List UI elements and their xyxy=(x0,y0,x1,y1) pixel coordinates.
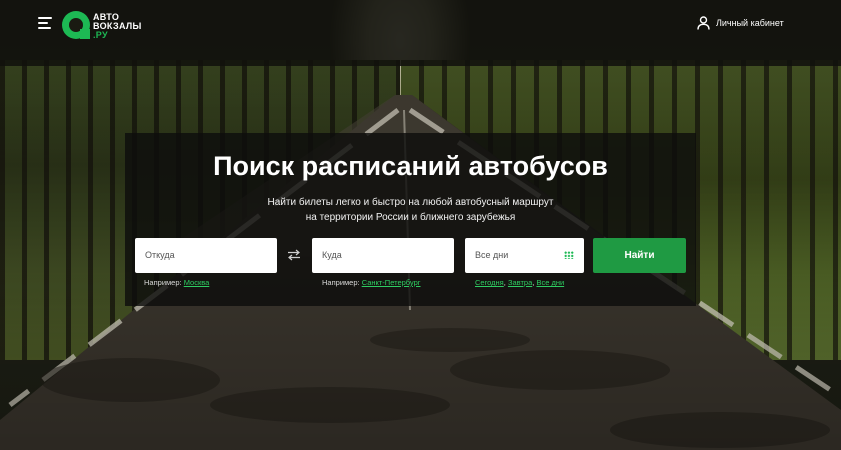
date-link-all[interactable]: Все дни xyxy=(536,278,564,287)
user-icon xyxy=(697,16,710,30)
search-panel: Поиск расписаний автобусов Найти билеты … xyxy=(125,133,696,306)
from-input[interactable]: Откуда xyxy=(135,238,277,273)
logo-mark xyxy=(62,11,90,39)
date-link-tomorrow[interactable]: Завтра xyxy=(508,278,532,287)
account-label: Личный кабинет xyxy=(716,18,784,28)
logo-text: АВТО ВОКЗАЛЫ .РУ xyxy=(93,12,142,40)
hint-link-moscow[interactable]: Москва xyxy=(184,278,210,287)
swap-icon[interactable] xyxy=(287,249,301,261)
hint-link-spb[interactable]: Санкт-Петербург xyxy=(362,278,421,287)
date-link-today[interactable]: Сегодня xyxy=(475,278,504,287)
find-button[interactable]: Найти xyxy=(593,238,686,273)
calendar-icon[interactable] xyxy=(564,251,574,259)
date-input[interactable]: Все дни xyxy=(465,238,584,273)
date-hints: Сегодня, Завтра, Все дни xyxy=(475,278,565,287)
account-link[interactable]: Личный кабинет xyxy=(697,16,784,30)
from-hint: Например: Москва xyxy=(144,278,210,287)
page-subtitle: Найти билеты легко и быстро на любой авт… xyxy=(267,197,554,223)
page-title: Поиск расписаний автобусов xyxy=(213,151,608,181)
menu-icon[interactable] xyxy=(38,17,52,29)
to-hint: Например: Санкт-Петербург xyxy=(322,278,421,287)
logo[interactable]: АВТО ВОКЗАЛЫ .РУ xyxy=(62,11,162,41)
to-input[interactable]: Куда xyxy=(312,238,454,273)
site-header: АВТО ВОКЗАЛЫ .РУ Личный кабинет xyxy=(0,0,841,66)
